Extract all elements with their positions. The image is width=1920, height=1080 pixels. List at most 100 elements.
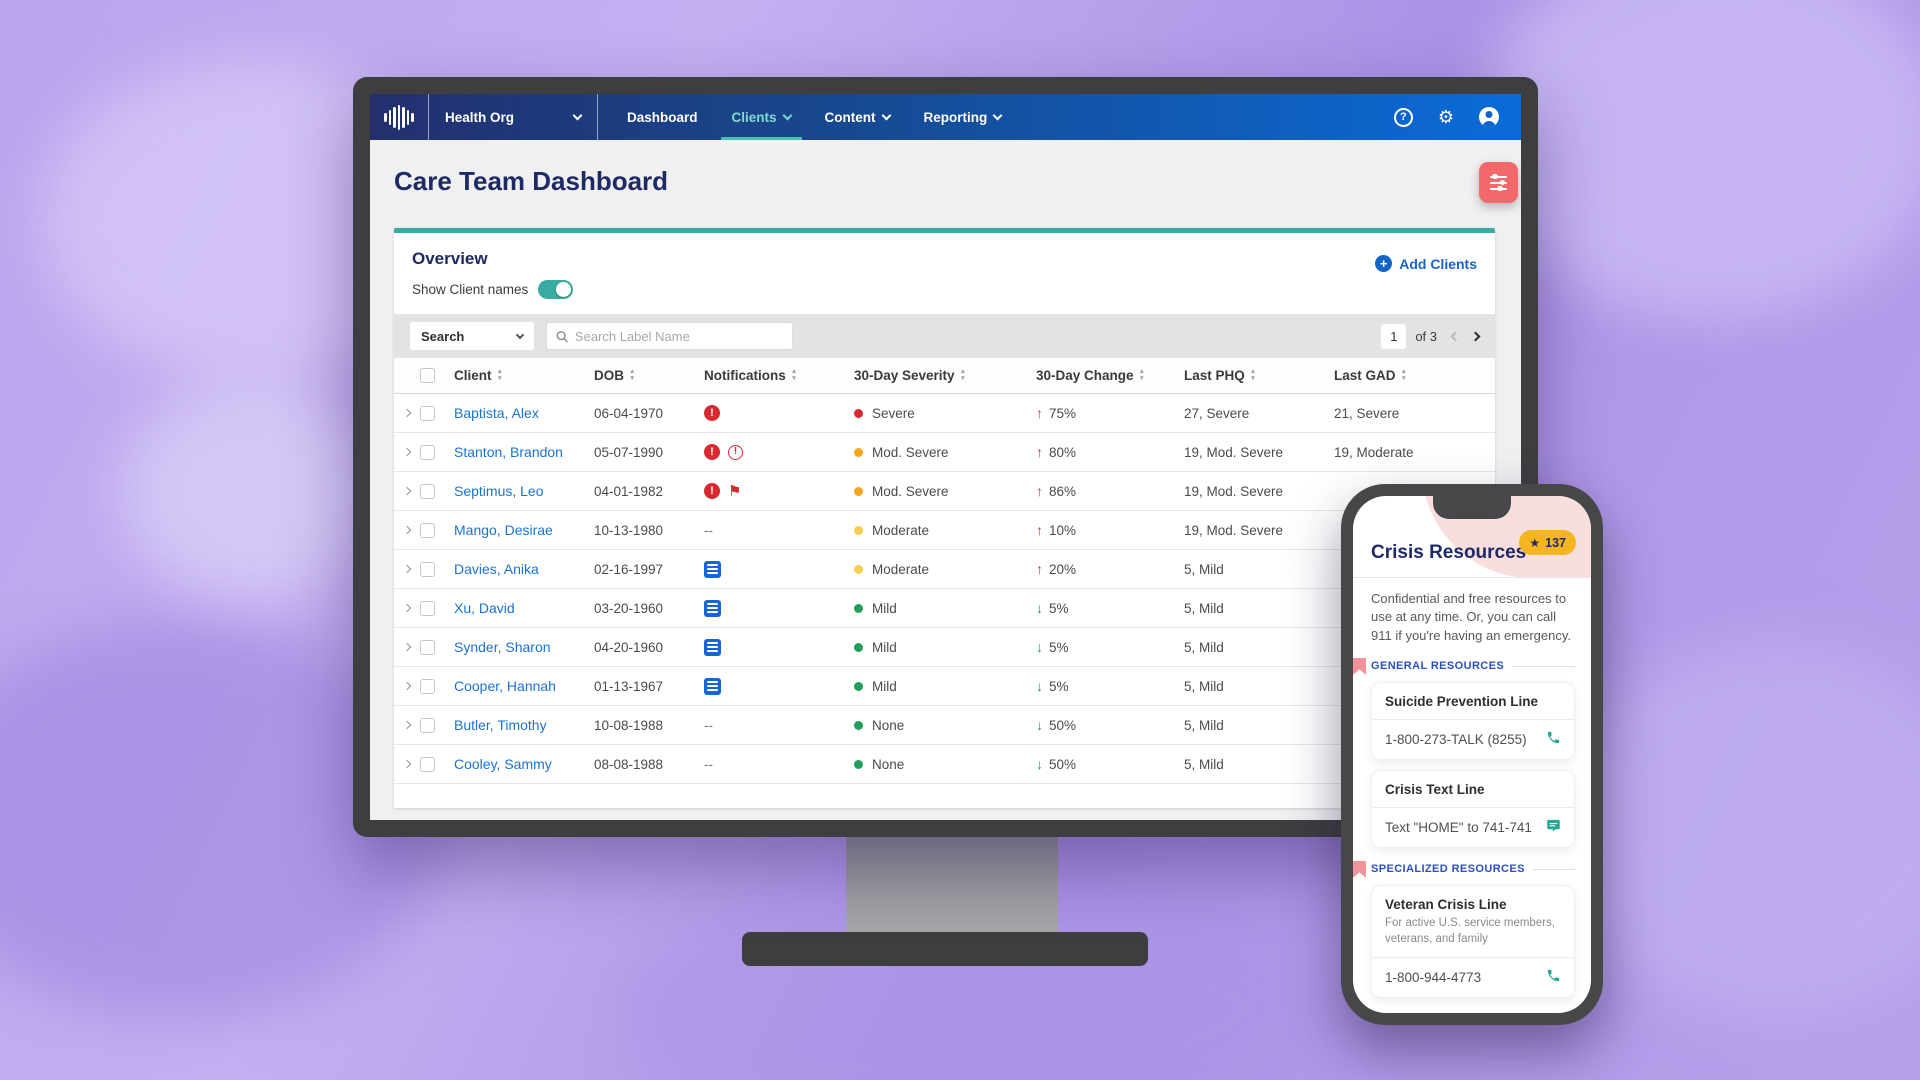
severity-cell: Moderate bbox=[854, 562, 1036, 577]
chat-icon[interactable] bbox=[1546, 818, 1561, 836]
phone-icon[interactable] bbox=[1546, 968, 1561, 986]
assessment-list-icon[interactable] bbox=[704, 639, 721, 656]
select-all-checkbox[interactable] bbox=[420, 368, 435, 383]
row-checkbox[interactable] bbox=[420, 484, 435, 499]
column-header-30-day-change[interactable]: 30-Day Change▲▼ bbox=[1036, 368, 1184, 383]
search-field[interactable] bbox=[546, 322, 793, 350]
sort-icon[interactable]: ▲▼ bbox=[960, 369, 966, 383]
assessment-list-icon[interactable] bbox=[704, 561, 721, 578]
sort-icon[interactable]: ▲▼ bbox=[1401, 369, 1407, 383]
gad-cell: 21, Severe bbox=[1334, 406, 1495, 421]
arrow-down-icon: ↓ bbox=[1036, 600, 1043, 616]
row-expander[interactable] bbox=[394, 566, 420, 572]
row-expander[interactable] bbox=[394, 527, 420, 533]
severity-label: Mild bbox=[872, 679, 897, 694]
client-name-link[interactable]: Cooley, Sammy bbox=[454, 756, 594, 772]
resource-card[interactable]: Veteran Crisis LineFor active U.S. servi… bbox=[1371, 885, 1575, 998]
row-expander[interactable] bbox=[394, 410, 420, 416]
sort-icon[interactable]: ▲▼ bbox=[497, 369, 503, 383]
row-expander[interactable] bbox=[394, 683, 420, 689]
row-checkbox[interactable] bbox=[420, 757, 435, 772]
nav-item-clients[interactable]: Clients bbox=[715, 94, 808, 140]
sort-icon[interactable]: ▲▼ bbox=[1250, 369, 1256, 383]
row-checkbox[interactable] bbox=[420, 445, 435, 460]
nav-item-dashboard[interactable]: Dashboard bbox=[610, 94, 715, 140]
sort-icon[interactable]: ▲▼ bbox=[1139, 369, 1145, 383]
org-name: Health Org bbox=[445, 110, 514, 125]
row-expander[interactable] bbox=[394, 605, 420, 611]
next-page-icon[interactable] bbox=[1471, 331, 1481, 341]
background-flower bbox=[1560, 640, 1920, 1020]
column-header-last-gad[interactable]: Last GAD▲▼ bbox=[1334, 368, 1495, 383]
assessment-list-icon[interactable] bbox=[704, 678, 721, 695]
client-name-link[interactable]: Xu, David bbox=[454, 600, 594, 616]
filter-fab-button[interactable] bbox=[1479, 162, 1518, 203]
column-header-dob[interactable]: DOB▲▼ bbox=[594, 368, 704, 383]
column-header-notifications[interactable]: Notifications▲▼ bbox=[704, 368, 854, 383]
row-checkbox[interactable] bbox=[420, 718, 435, 733]
org-selector[interactable]: Health Org bbox=[429, 94, 597, 140]
show-client-names-toggle[interactable] bbox=[538, 280, 573, 299]
client-name-link[interactable]: Butler, Timothy bbox=[454, 717, 594, 733]
row-checkbox[interactable] bbox=[420, 523, 435, 538]
previous-page-icon[interactable] bbox=[1451, 331, 1461, 341]
phone-icon[interactable] bbox=[1546, 730, 1561, 748]
alert-filled-icon[interactable]: ! bbox=[704, 444, 720, 460]
client-name-link[interactable]: Davies, Anika bbox=[454, 561, 594, 577]
severity-dot-icon bbox=[854, 643, 863, 652]
row-checkbox[interactable] bbox=[420, 640, 435, 655]
resource-contact-row: 1-800-273-TALK (8255) bbox=[1385, 730, 1561, 748]
flag-icon[interactable]: ⚑ bbox=[728, 484, 741, 499]
row-checkbox[interactable] bbox=[420, 679, 435, 694]
help-icon[interactable]: ? bbox=[1394, 108, 1413, 127]
table-row: Mango, Desirae10-13-1980--Moderate↑10%19… bbox=[394, 511, 1495, 550]
notifications-cell: !⚑ bbox=[704, 483, 854, 499]
row-expander[interactable] bbox=[394, 488, 420, 494]
column-header-client[interactable]: Client▲▼ bbox=[454, 368, 594, 383]
alert-filled-icon[interactable]: ! bbox=[704, 405, 720, 421]
search-type-select[interactable]: Search bbox=[410, 322, 534, 350]
client-name-link[interactable]: Mango, Desirae bbox=[454, 522, 594, 538]
row-expander[interactable] bbox=[394, 449, 420, 455]
nav-item-content[interactable]: Content bbox=[808, 94, 907, 140]
alert-filled-icon[interactable]: ! bbox=[704, 483, 720, 499]
top-nav: Health Org DashboardClientsContentReport… bbox=[370, 94, 1521, 140]
client-name-link[interactable]: Synder, Sharon bbox=[454, 639, 594, 655]
table-header-row: Client▲▼DOB▲▼Notifications▲▼30-Day Sever… bbox=[394, 358, 1495, 394]
column-header-30-day-severity[interactable]: 30-Day Severity▲▼ bbox=[854, 368, 1036, 383]
severity-cell: None bbox=[854, 718, 1036, 733]
client-name-link[interactable]: Stanton, Brandon bbox=[454, 444, 594, 460]
resource-card[interactable]: Suicide Prevention Line1-800-273-TALK (8… bbox=[1371, 682, 1575, 760]
arrow-down-icon: ↓ bbox=[1036, 717, 1043, 733]
current-page[interactable]: 1 bbox=[1381, 324, 1406, 349]
resource-card[interactable]: Crisis Text LineText "HOME" to 741-741 bbox=[1371, 770, 1575, 848]
client-name-link[interactable]: Baptista, Alex bbox=[454, 405, 594, 421]
dob-cell: 02-16-1997 bbox=[594, 562, 704, 577]
add-clients-button[interactable]: + Add Clients bbox=[1375, 255, 1477, 272]
column-header-last-phq[interactable]: Last PHQ▲▼ bbox=[1184, 368, 1334, 383]
arrow-up-icon: ↑ bbox=[1036, 522, 1043, 538]
row-expander[interactable] bbox=[394, 722, 420, 728]
severity-cell: Mild bbox=[854, 601, 1036, 616]
row-checkbox[interactable] bbox=[420, 562, 435, 577]
assessment-list-icon[interactable] bbox=[704, 600, 721, 617]
gear-icon[interactable]: ⚙ bbox=[1438, 108, 1454, 126]
client-name-link[interactable]: Septimus, Leo bbox=[454, 483, 594, 499]
row-checkbox[interactable] bbox=[420, 601, 435, 616]
row-checkbox[interactable] bbox=[420, 406, 435, 421]
severity-cell: Moderate bbox=[854, 523, 1036, 538]
client-name-link[interactable]: Cooper, Hannah bbox=[454, 678, 594, 694]
alert-outline-icon[interactable]: ! bbox=[728, 445, 743, 460]
sort-icon[interactable]: ▲▼ bbox=[629, 369, 635, 383]
points-badge[interactable]: ★ 137 bbox=[1519, 530, 1576, 555]
change-cell: ↑86% bbox=[1036, 483, 1184, 499]
row-expander[interactable] bbox=[394, 644, 420, 650]
row-expander[interactable] bbox=[394, 761, 420, 767]
change-value: 86% bbox=[1049, 484, 1076, 499]
account-icon[interactable] bbox=[1479, 107, 1499, 127]
sort-icon[interactable]: ▲▼ bbox=[791, 369, 797, 383]
change-cell: ↑10% bbox=[1036, 522, 1184, 538]
search-input[interactable] bbox=[575, 329, 783, 344]
arrow-down-icon: ↓ bbox=[1036, 639, 1043, 655]
nav-item-reporting[interactable]: Reporting bbox=[907, 94, 1019, 140]
